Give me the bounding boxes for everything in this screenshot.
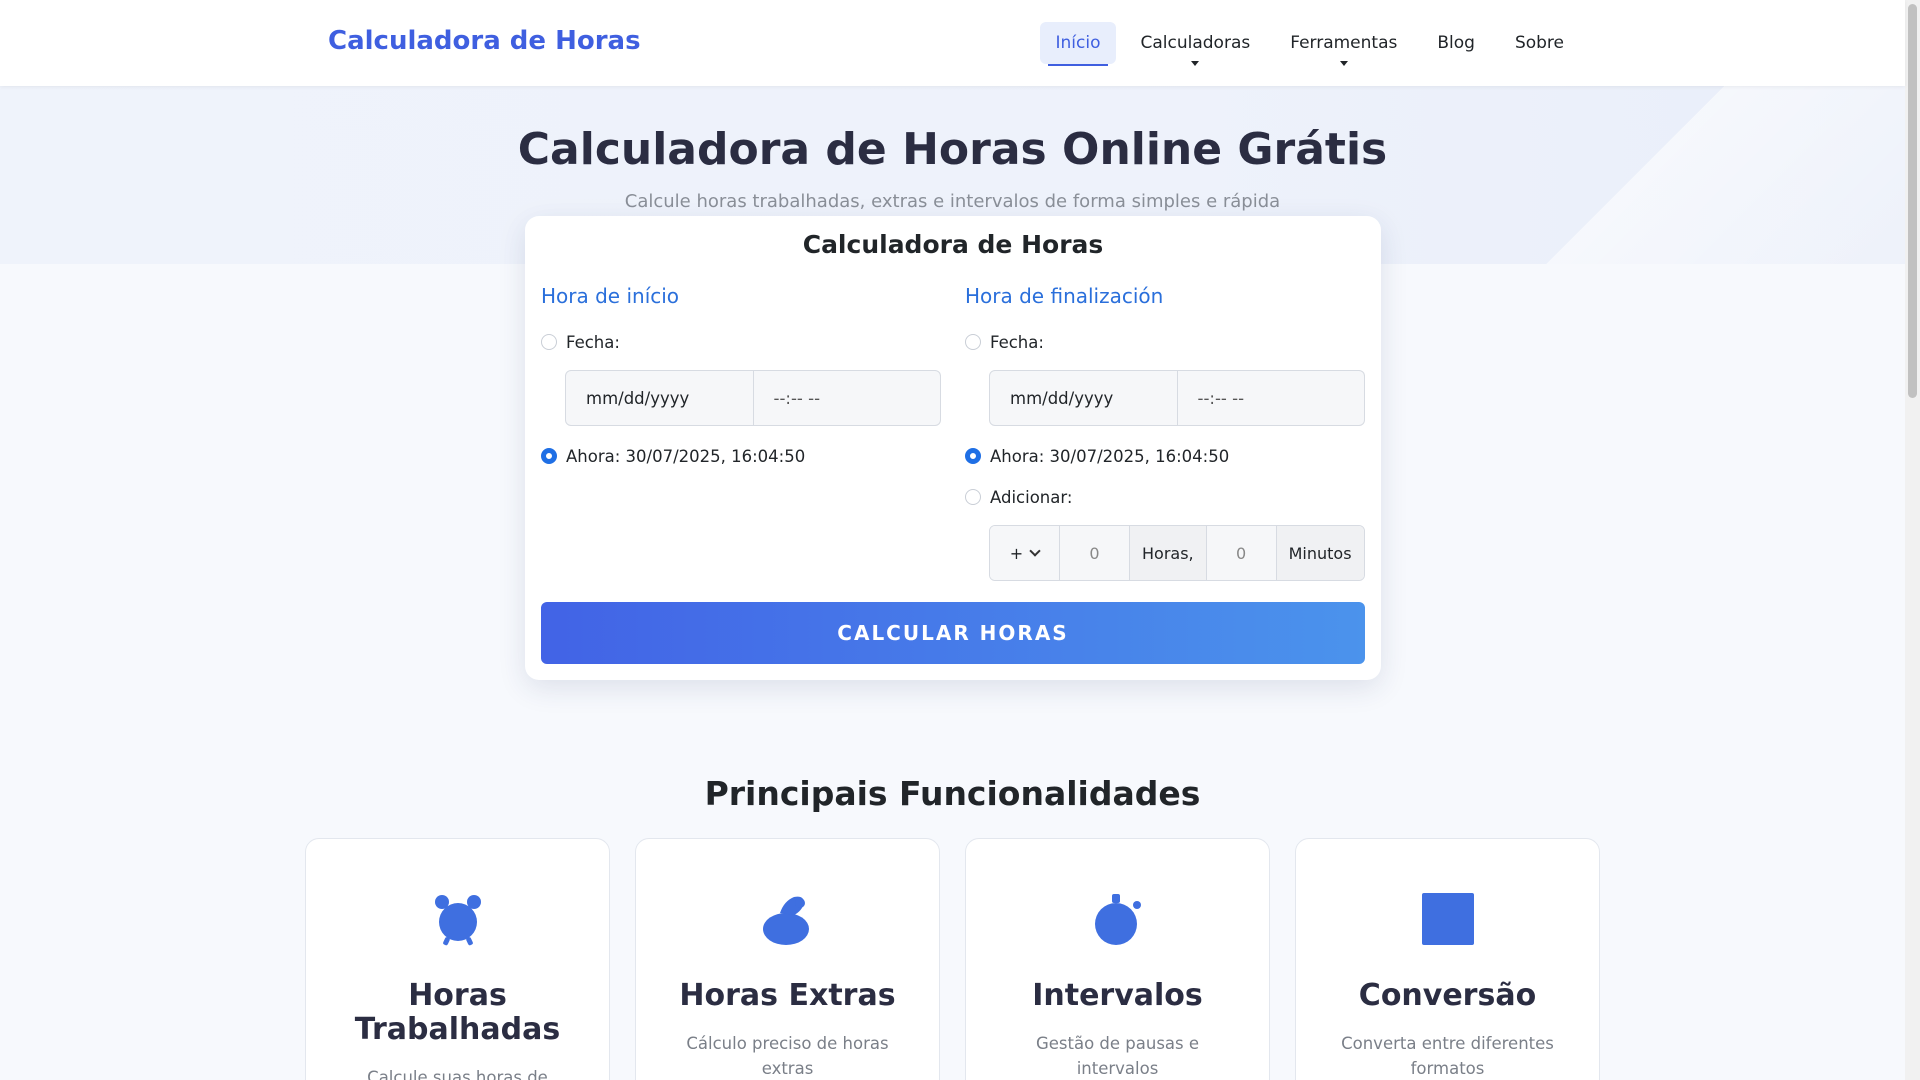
nav-item-blog[interactable]: Blog	[1421, 22, 1491, 64]
page-subtitle: Calcule horas trabalhadas, extras e inte…	[624, 191, 1281, 212]
nav-label: Blog	[1437, 33, 1475, 53]
start-datetime-group: mm/dd/yyyy --:-- --	[565, 370, 941, 426]
nav-item-calculadoras[interactable]: Calculadoras	[1124, 22, 1266, 66]
end-time-input[interactable]: --:-- --	[1177, 370, 1365, 426]
caret-down-icon	[1339, 61, 1348, 66]
feature-card-conversao[interactable]: Conversão Converta entre diferentes form…	[1295, 838, 1600, 1080]
end-datetime-group: mm/dd/yyyy --:-- --	[989, 370, 1365, 426]
end-now-label: Ahora: 30/07/2025, 16:04:50	[990, 446, 1230, 466]
end-now-option[interactable]: Ahora: 30/07/2025, 16:04:50	[965, 444, 1365, 468]
brand-logo[interactable]: Calculadora de Horas	[320, 26, 641, 56]
chevron-down-icon	[1029, 545, 1041, 557]
end-add-label: Adicionar:	[990, 487, 1073, 507]
page-scrollbar[interactable]	[1905, 0, 1920, 1080]
start-date-option[interactable]: Fecha:	[541, 330, 941, 354]
feature-title: Conversão	[1358, 978, 1537, 1013]
calculator-title: Calculadora de Horas	[802, 230, 1104, 259]
nav-item-ferramentas[interactable]: Ferramentas	[1274, 22, 1413, 66]
operator-select[interactable]: +	[990, 526, 1060, 580]
nav-label: Ferramentas	[1290, 33, 1398, 53]
end-now-radio[interactable]	[965, 448, 981, 464]
nav-label: Calculadoras	[1140, 33, 1251, 53]
end-date-input[interactable]: mm/dd/yyyy	[989, 370, 1178, 426]
scrollbar-thumb[interactable]	[1908, 4, 1917, 398]
end-date-option[interactable]: Fecha:	[965, 330, 1365, 354]
nav-label: Início	[1055, 33, 1101, 53]
nav-label: Sobre	[1514, 33, 1564, 53]
features-title: Principais Funcionalidades	[704, 774, 1201, 813]
feature-card-horas-extras[interactable]: Horas Extras Cálculo preciso de horas ex…	[635, 838, 940, 1080]
feature-title: Intervalos	[1032, 978, 1203, 1013]
feature-title: Horas Extras	[679, 978, 896, 1013]
feature-description: Gestão de pausas e intervalos	[1035, 1034, 1200, 1078]
feature-description: Converta entre diferentes formatos	[1341, 1034, 1554, 1078]
end-add-radio[interactable]	[965, 489, 981, 505]
start-time-input[interactable]: --:-- --	[753, 370, 941, 426]
caret-down-icon	[1191, 61, 1200, 66]
conversion-icon	[1421, 893, 1474, 945]
operator-value: +	[1009, 543, 1024, 563]
money-bag-icon	[762, 896, 809, 945]
nav-item-inicio[interactable]: Início	[1039, 22, 1117, 66]
start-now-option[interactable]: Ahora: 30/07/2025, 16:04:50	[541, 444, 941, 468]
feature-card-intervalos[interactable]: Intervalos Gestão de pausas e intervalos	[965, 838, 1270, 1080]
add-duration-group: + 0 Horas, 0 Minutos	[989, 525, 1365, 581]
start-now-radio[interactable]	[541, 448, 557, 464]
hours-input[interactable]: 0	[1060, 526, 1130, 580]
feature-description: Calcule suas horas de trabalho	[367, 1068, 548, 1080]
end-date-radio[interactable]	[965, 334, 981, 350]
navbar: Calculadora de Horas Início Calculadoras…	[0, 0, 1905, 86]
start-heading: Hora de início	[541, 284, 680, 308]
end-add-option[interactable]: Adicionar:	[965, 485, 1365, 509]
calculate-hours-button[interactable]: CALCULAR HORAS	[541, 602, 1365, 664]
start-date-input[interactable]: mm/dd/yyyy	[565, 370, 754, 426]
end-time-section: Hora de finalización Fecha: mm/dd/yyyy -…	[965, 284, 1365, 581]
brand-name: Calculadora de Horas	[328, 26, 641, 56]
alarm-clock-icon	[434, 895, 481, 946]
nav-item-sobre[interactable]: Sobre	[1499, 22, 1580, 64]
hours-unit-label: Horas,	[1130, 526, 1207, 580]
minutes-input[interactable]: 0	[1206, 526, 1277, 580]
feature-card-horas-trabalhadas[interactable]: Horas Trabalhadas Calcule suas horas de …	[305, 838, 610, 1080]
stopwatch-icon	[1094, 894, 1141, 945]
page-title: Calculadora de Horas Online Grátis	[517, 124, 1388, 175]
feature-title: Horas Trabalhadas	[354, 978, 561, 1047]
start-date-radio[interactable]	[541, 334, 557, 350]
start-now-label: Ahora: 30/07/2025, 16:04:50	[566, 446, 806, 466]
start-time-section: Hora de início Fecha: mm/dd/yyyy --:-- -…	[541, 284, 941, 468]
end-date-label: Fecha:	[990, 332, 1044, 352]
start-date-label: Fecha:	[566, 332, 620, 352]
main-nav: Início Calculadoras Ferramentas Blog Sob…	[1039, 22, 1581, 66]
end-heading: Hora de finalización	[965, 284, 1164, 308]
hours-calculator-card: Calculadora de Horas Hora de início Fech…	[525, 216, 1381, 680]
minutes-unit-label: Minutos	[1276, 526, 1364, 580]
hero-decoration	[1485, 86, 1905, 264]
feature-description: Cálculo preciso de horas extras	[686, 1034, 889, 1078]
